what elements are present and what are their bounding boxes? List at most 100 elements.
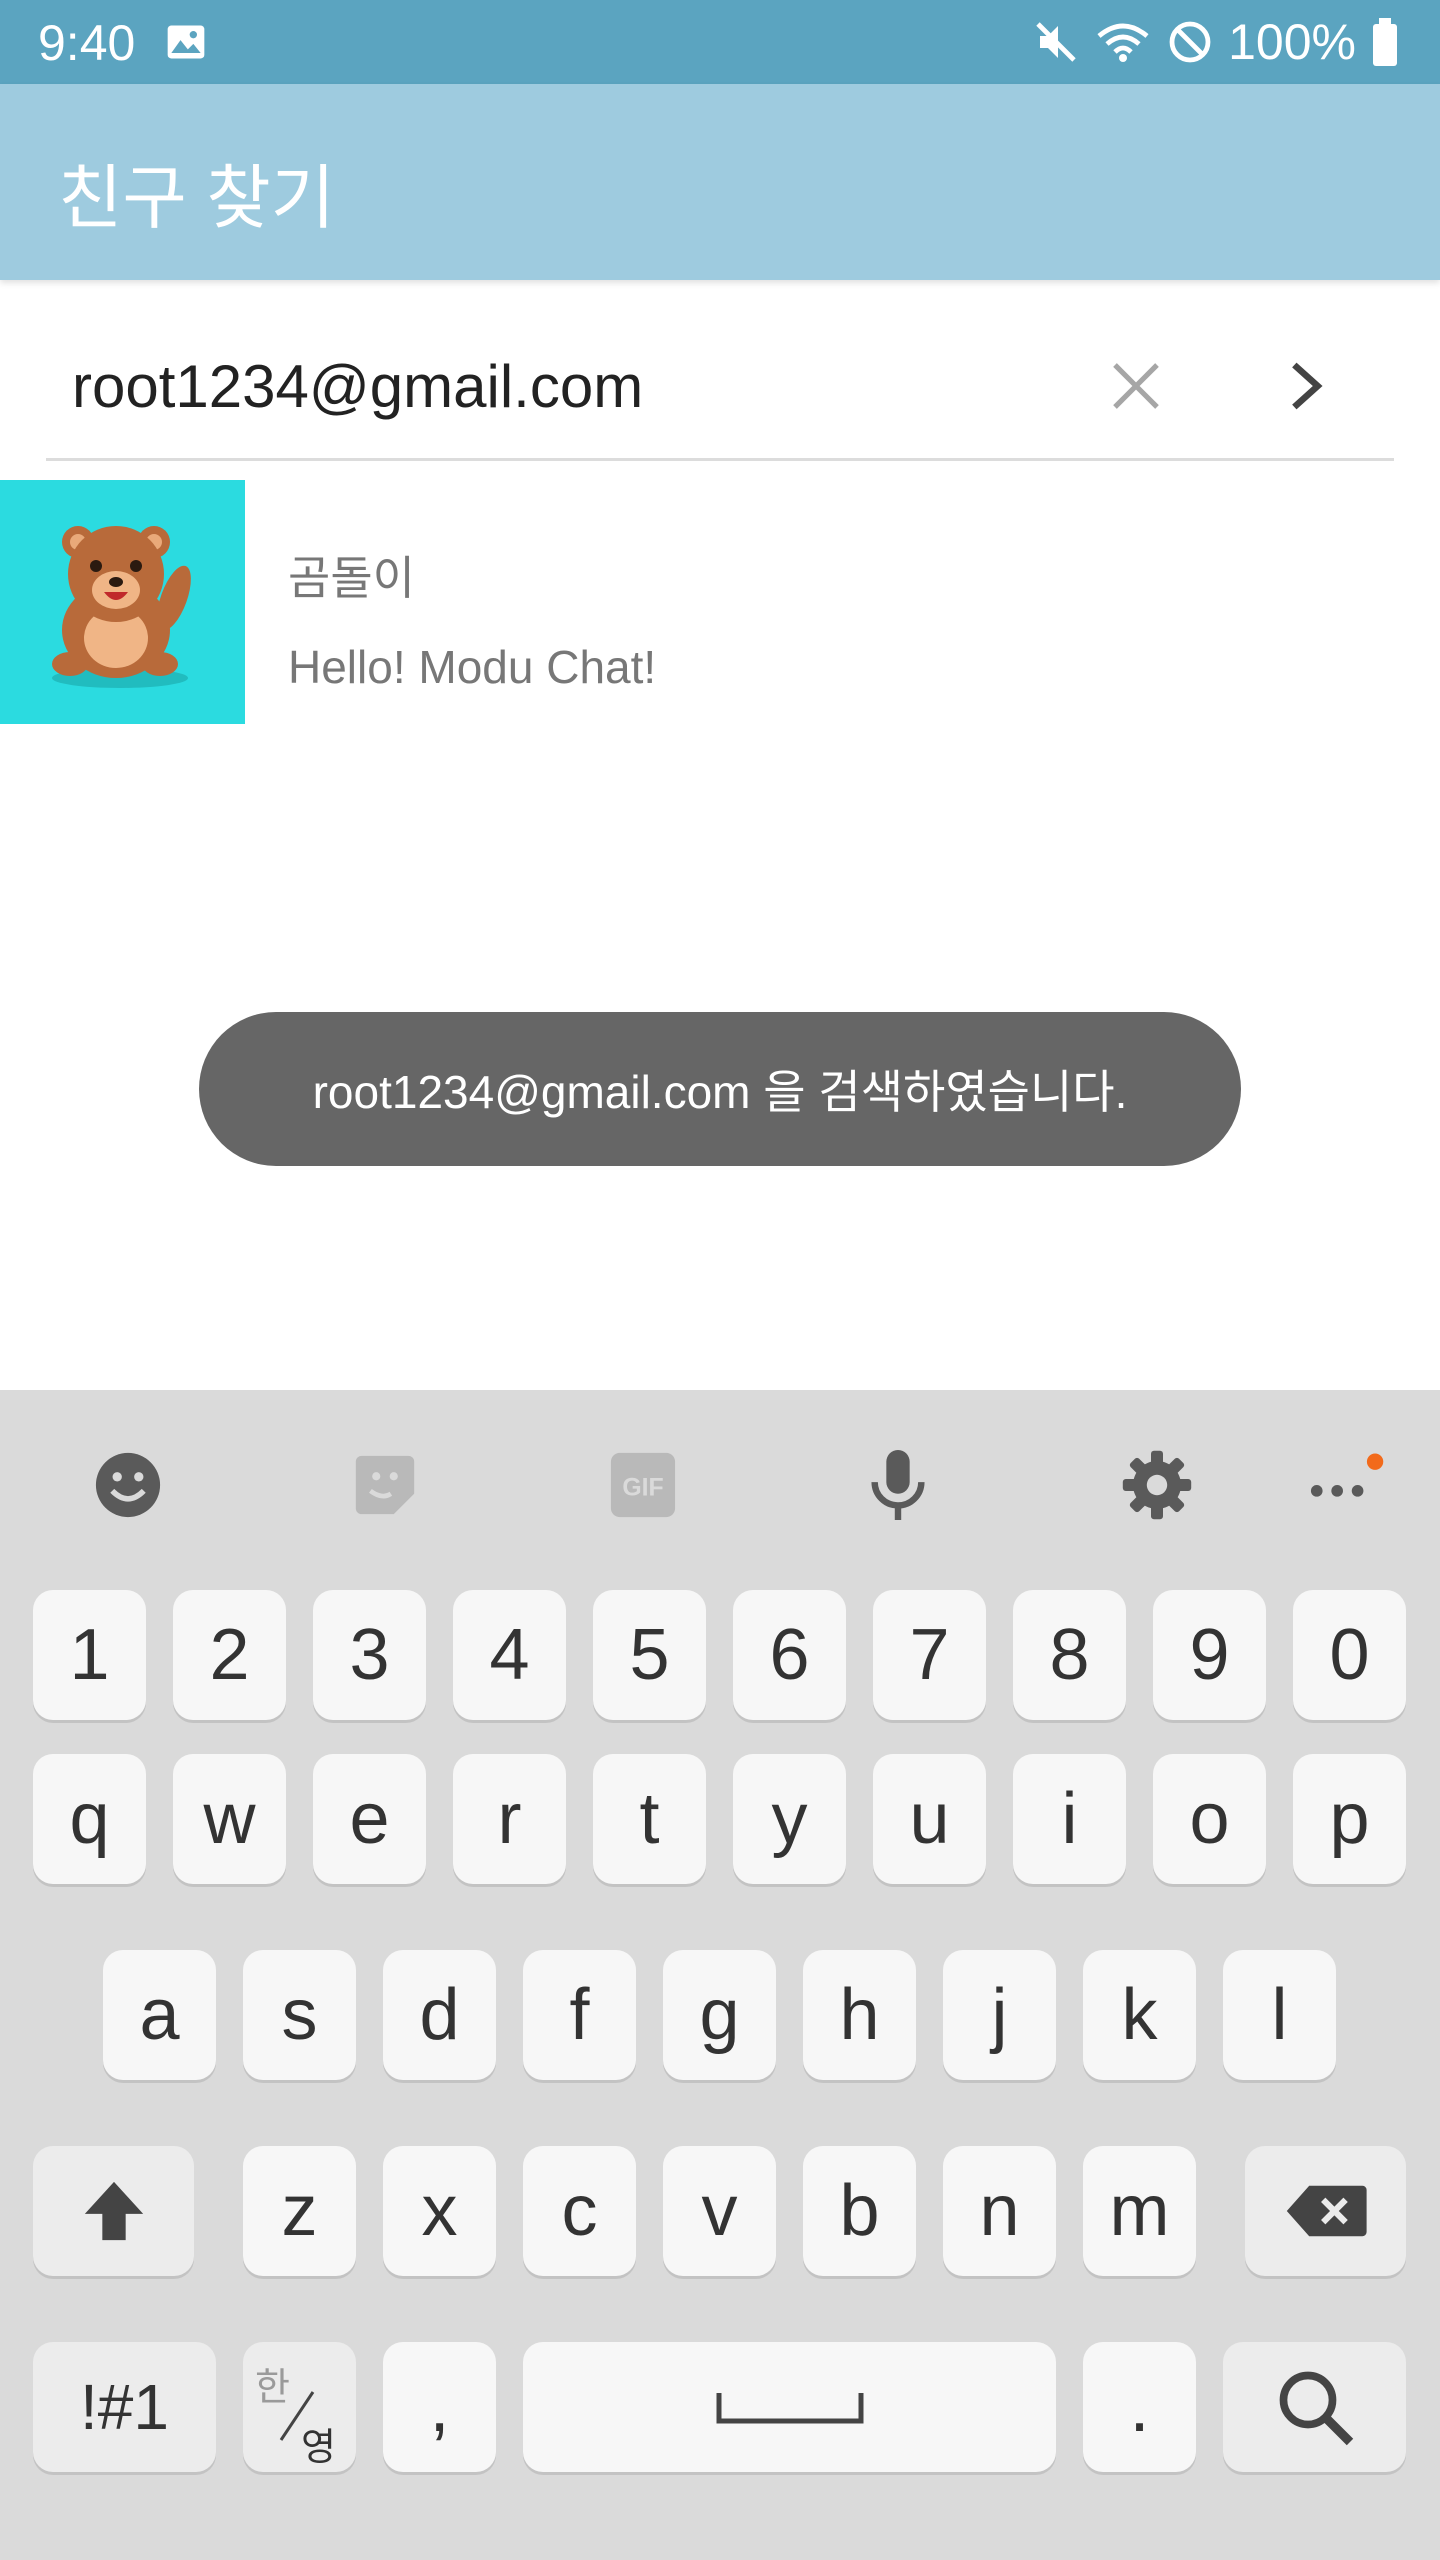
backspace-key[interactable] bbox=[1245, 2146, 1406, 2276]
key-r[interactable]: r bbox=[453, 1754, 566, 1884]
key-label: e bbox=[349, 1779, 390, 1859]
key-label: j bbox=[991, 1975, 1008, 2055]
key-t[interactable]: t bbox=[593, 1754, 706, 1884]
key-label: o bbox=[1189, 1779, 1230, 1859]
key-label: f bbox=[569, 1975, 590, 2055]
key-6[interactable]: 6 bbox=[733, 1590, 846, 1720]
voice-input-button[interactable] bbox=[853, 1440, 943, 1530]
key-y[interactable]: y bbox=[733, 1754, 846, 1884]
key-0[interactable]: 0 bbox=[1293, 1590, 1406, 1720]
key-3[interactable]: 3 bbox=[313, 1590, 426, 1720]
shift-icon bbox=[84, 2181, 143, 2241]
key-label: 3 bbox=[349, 1615, 390, 1695]
sticker-button[interactable] bbox=[340, 1440, 430, 1530]
key-label: 7 bbox=[909, 1615, 950, 1695]
key-label: k bbox=[1121, 1975, 1158, 2055]
key-label: m bbox=[1109, 2171, 1170, 2251]
key-j[interactable]: j bbox=[943, 1950, 1056, 2080]
shift-key[interactable] bbox=[33, 2146, 194, 2276]
key-g[interactable]: g bbox=[663, 1950, 776, 2080]
key-label: g bbox=[699, 1975, 740, 2055]
key-e[interactable]: e bbox=[313, 1754, 426, 1884]
key-a[interactable]: a bbox=[103, 1950, 216, 2080]
search-key[interactable] bbox=[1223, 2342, 1406, 2472]
symbols-key[interactable]: !#1 bbox=[33, 2342, 216, 2472]
gif-button[interactable]: GIF bbox=[598, 1440, 688, 1530]
key-x[interactable]: x bbox=[383, 2146, 496, 2276]
key-p[interactable]: p bbox=[1293, 1754, 1406, 1884]
settings-icon bbox=[1122, 1450, 1192, 1520]
key-label: 2 bbox=[209, 1615, 250, 1695]
key-label: q bbox=[69, 1779, 110, 1859]
key-d[interactable]: d bbox=[383, 1950, 496, 2080]
key-w[interactable]: w bbox=[173, 1754, 286, 1884]
key-label: u bbox=[909, 1779, 950, 1859]
battery-percent: 100% bbox=[1228, 14, 1356, 70]
gif-icon: GIF bbox=[610, 1452, 676, 1518]
keyboard: GIF 1 2 3 4 5 6 7 8 9 0 q w e r t y u i … bbox=[0, 1390, 1440, 2560]
key-h[interactable]: h bbox=[803, 1950, 916, 2080]
emoji-button[interactable] bbox=[83, 1440, 173, 1530]
keyboard-settings-button[interactable] bbox=[1112, 1440, 1202, 1530]
emoji-icon bbox=[95, 1452, 161, 1518]
key-2[interactable]: 2 bbox=[173, 1590, 286, 1720]
key-q[interactable]: q bbox=[33, 1754, 146, 1884]
key-u[interactable]: u bbox=[873, 1754, 986, 1884]
key-label: 6 bbox=[769, 1615, 810, 1695]
key-label: 1 bbox=[69, 1615, 110, 1695]
wifi-icon bbox=[1097, 23, 1149, 62]
key-9[interactable]: 9 bbox=[1153, 1590, 1266, 1720]
key-label: 4 bbox=[489, 1615, 530, 1695]
clear-button[interactable] bbox=[1090, 340, 1182, 432]
key-n[interactable]: n bbox=[943, 2146, 1056, 2276]
chevron-right-icon bbox=[1292, 362, 1323, 410]
key-label: b bbox=[839, 2171, 880, 2251]
key-1[interactable]: 1 bbox=[33, 1590, 146, 1720]
search-bar bbox=[46, 318, 1394, 461]
mute-icon bbox=[1036, 22, 1076, 62]
space-icon bbox=[716, 2393, 863, 2424]
period-key[interactable]: . bbox=[1083, 2342, 1196, 2472]
friend-name: 곰돌이 bbox=[288, 552, 415, 604]
key-label: n bbox=[979, 2171, 1020, 2251]
key-label: l bbox=[1271, 1975, 1288, 2055]
key-z[interactable]: z bbox=[243, 2146, 356, 2276]
key-7[interactable]: 7 bbox=[873, 1590, 986, 1720]
search-input[interactable] bbox=[72, 338, 1052, 434]
key-l[interactable]: l bbox=[1223, 1950, 1336, 2080]
key-label: p bbox=[1329, 1779, 1370, 1859]
key-o[interactable]: o bbox=[1153, 1754, 1266, 1884]
language-toggle-key[interactable]: 한영 bbox=[243, 2342, 356, 2472]
friend-status-message: Hello! Modu Chat! bbox=[288, 641, 657, 693]
key-b[interactable]: b bbox=[803, 2146, 916, 2276]
key-i[interactable]: i bbox=[1013, 1754, 1126, 1884]
key-label: d bbox=[419, 1975, 460, 2055]
space-key[interactable] bbox=[523, 2342, 1056, 2472]
symbols-label: !#1 bbox=[80, 2371, 169, 2443]
key-f[interactable]: f bbox=[523, 1950, 636, 2080]
key-label: z bbox=[281, 2171, 318, 2251]
friend-result-item[interactable]: 곰돌이 Hello! Modu Chat! bbox=[0, 480, 1440, 724]
key-v[interactable]: v bbox=[663, 2146, 776, 2276]
avatar bbox=[0, 480, 245, 724]
gif-label: GIF bbox=[622, 1475, 663, 1502]
key-label: 9 bbox=[1189, 1615, 1230, 1695]
key-4[interactable]: 4 bbox=[453, 1590, 566, 1720]
key-label: w bbox=[203, 1779, 256, 1859]
key-5[interactable]: 5 bbox=[593, 1590, 706, 1720]
key-s[interactable]: s bbox=[243, 1950, 356, 2080]
key-k[interactable]: k bbox=[1083, 1950, 1196, 2080]
key-label: h bbox=[839, 1975, 880, 2055]
sticker-icon bbox=[355, 1455, 415, 1515]
comma-key[interactable]: , bbox=[383, 2342, 496, 2472]
search-submit-button[interactable] bbox=[1260, 340, 1352, 432]
key-m[interactable]: m bbox=[1083, 2146, 1196, 2276]
key-8[interactable]: 8 bbox=[1013, 1590, 1126, 1720]
key-label: 0 bbox=[1329, 1615, 1370, 1695]
key-label: x bbox=[421, 2171, 458, 2251]
status-bar: 9:40 100% bbox=[0, 0, 1440, 84]
key-c[interactable]: c bbox=[523, 2146, 636, 2276]
more-options-button[interactable] bbox=[1298, 1440, 1388, 1530]
key-label: y bbox=[771, 1779, 808, 1859]
battery-icon bbox=[1373, 18, 1397, 66]
